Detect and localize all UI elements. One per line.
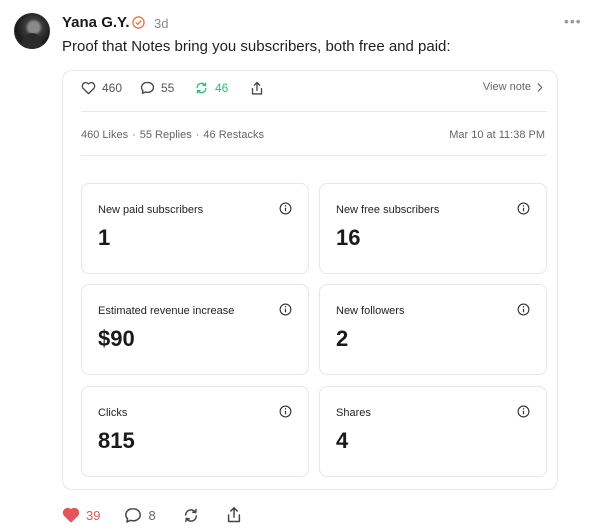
share-icon (227, 507, 240, 523)
metric-value: 815 (98, 428, 135, 453)
reply-count: 8 (148, 507, 156, 523)
heart-filled-icon (62, 507, 80, 523)
post-time: 3d (154, 16, 169, 31)
note-post: Yana G.Y. 3d ••• Proof that Notes bring … (0, 0, 613, 531)
note-share-button[interactable] (250, 81, 264, 96)
view-note-link[interactable]: View note (483, 81, 543, 93)
metric-card-shares: Shares 4 (319, 386, 547, 477)
metric-label: Estimated revenue increase (98, 305, 235, 317)
verified-badge-icon (132, 16, 145, 29)
note-reply-count: 55 (161, 81, 175, 95)
engagement-summary: 460 Likes · 55 Replies · 46 Restacks (81, 129, 264, 141)
post-text: Proof that Notes bring you subscribers, … (62, 38, 451, 55)
info-icon[interactable] (517, 303, 530, 316)
note-restack-count: 46 (215, 81, 229, 95)
metric-value: $90 (98, 326, 135, 351)
metric-label: Clicks (98, 407, 128, 419)
restack-icon (184, 508, 197, 522)
metric-card-new-paid-subscribers: New paid subscribers 1 (81, 183, 309, 274)
metric-card-estimated-revenue: Estimated revenue increase $90 (81, 284, 309, 375)
view-note-label: View note (482, 81, 531, 93)
info-icon[interactable] (279, 303, 292, 316)
note-restack-stat[interactable]: 46 (194, 81, 228, 95)
info-icon[interactable] (279, 202, 292, 215)
note-timestamp: Mar 10 at 11:38 PM (449, 129, 545, 141)
summary-restacks[interactable]: 46 Restacks (203, 129, 264, 141)
embedded-note-card[interactable]: 460 55 46 View note 460 Likes · 55 Repli… (62, 70, 558, 490)
author-name[interactable]: Yana G.Y. (62, 14, 130, 31)
author-avatar[interactable] (14, 13, 50, 49)
info-icon[interactable] (517, 202, 530, 215)
metric-card-clicks: Clicks 815 (81, 386, 309, 477)
metric-label: New followers (336, 305, 405, 317)
note-like-stat[interactable]: 460 (81, 81, 122, 95)
metric-value: 16 (336, 225, 361, 250)
chevron-right-icon (537, 82, 543, 92)
share-icon (251, 81, 263, 95)
comment-icon (140, 81, 155, 95)
metric-value: 2 (336, 326, 349, 351)
note-reply-stat[interactable]: 55 (140, 81, 174, 95)
like-count: 39 (86, 507, 101, 523)
summary-likes[interactable]: 460 Likes (81, 129, 128, 141)
info-icon[interactable] (517, 405, 530, 418)
post-actions: 39 8 (62, 506, 242, 524)
separator-dot: · (195, 129, 200, 141)
metric-card-new-free-subscribers: New free subscribers 16 (319, 183, 547, 274)
metric-label: New paid subscribers (98, 204, 204, 216)
heart-icon (81, 81, 96, 95)
metric-card-new-followers: New followers 2 (319, 284, 547, 375)
metric-label: New free subscribers (336, 204, 440, 216)
reply-button[interactable]: 8 (124, 507, 156, 524)
more-options-icon[interactable]: ••• (564, 13, 582, 29)
restack-icon (196, 82, 207, 94)
note-like-count: 460 (102, 81, 123, 95)
separator-dot: · (132, 129, 136, 141)
metric-value: 4 (336, 428, 349, 453)
divider (81, 111, 547, 112)
metric-value: 1 (98, 225, 111, 250)
summary-replies[interactable]: 55 Replies (140, 129, 192, 141)
like-button[interactable]: 39 (62, 507, 100, 523)
metric-label: Shares (336, 407, 371, 419)
info-icon[interactable] (279, 405, 292, 418)
share-button[interactable] (226, 506, 242, 524)
divider (81, 155, 547, 156)
restack-button[interactable] (182, 507, 200, 524)
comment-icon (125, 507, 142, 523)
